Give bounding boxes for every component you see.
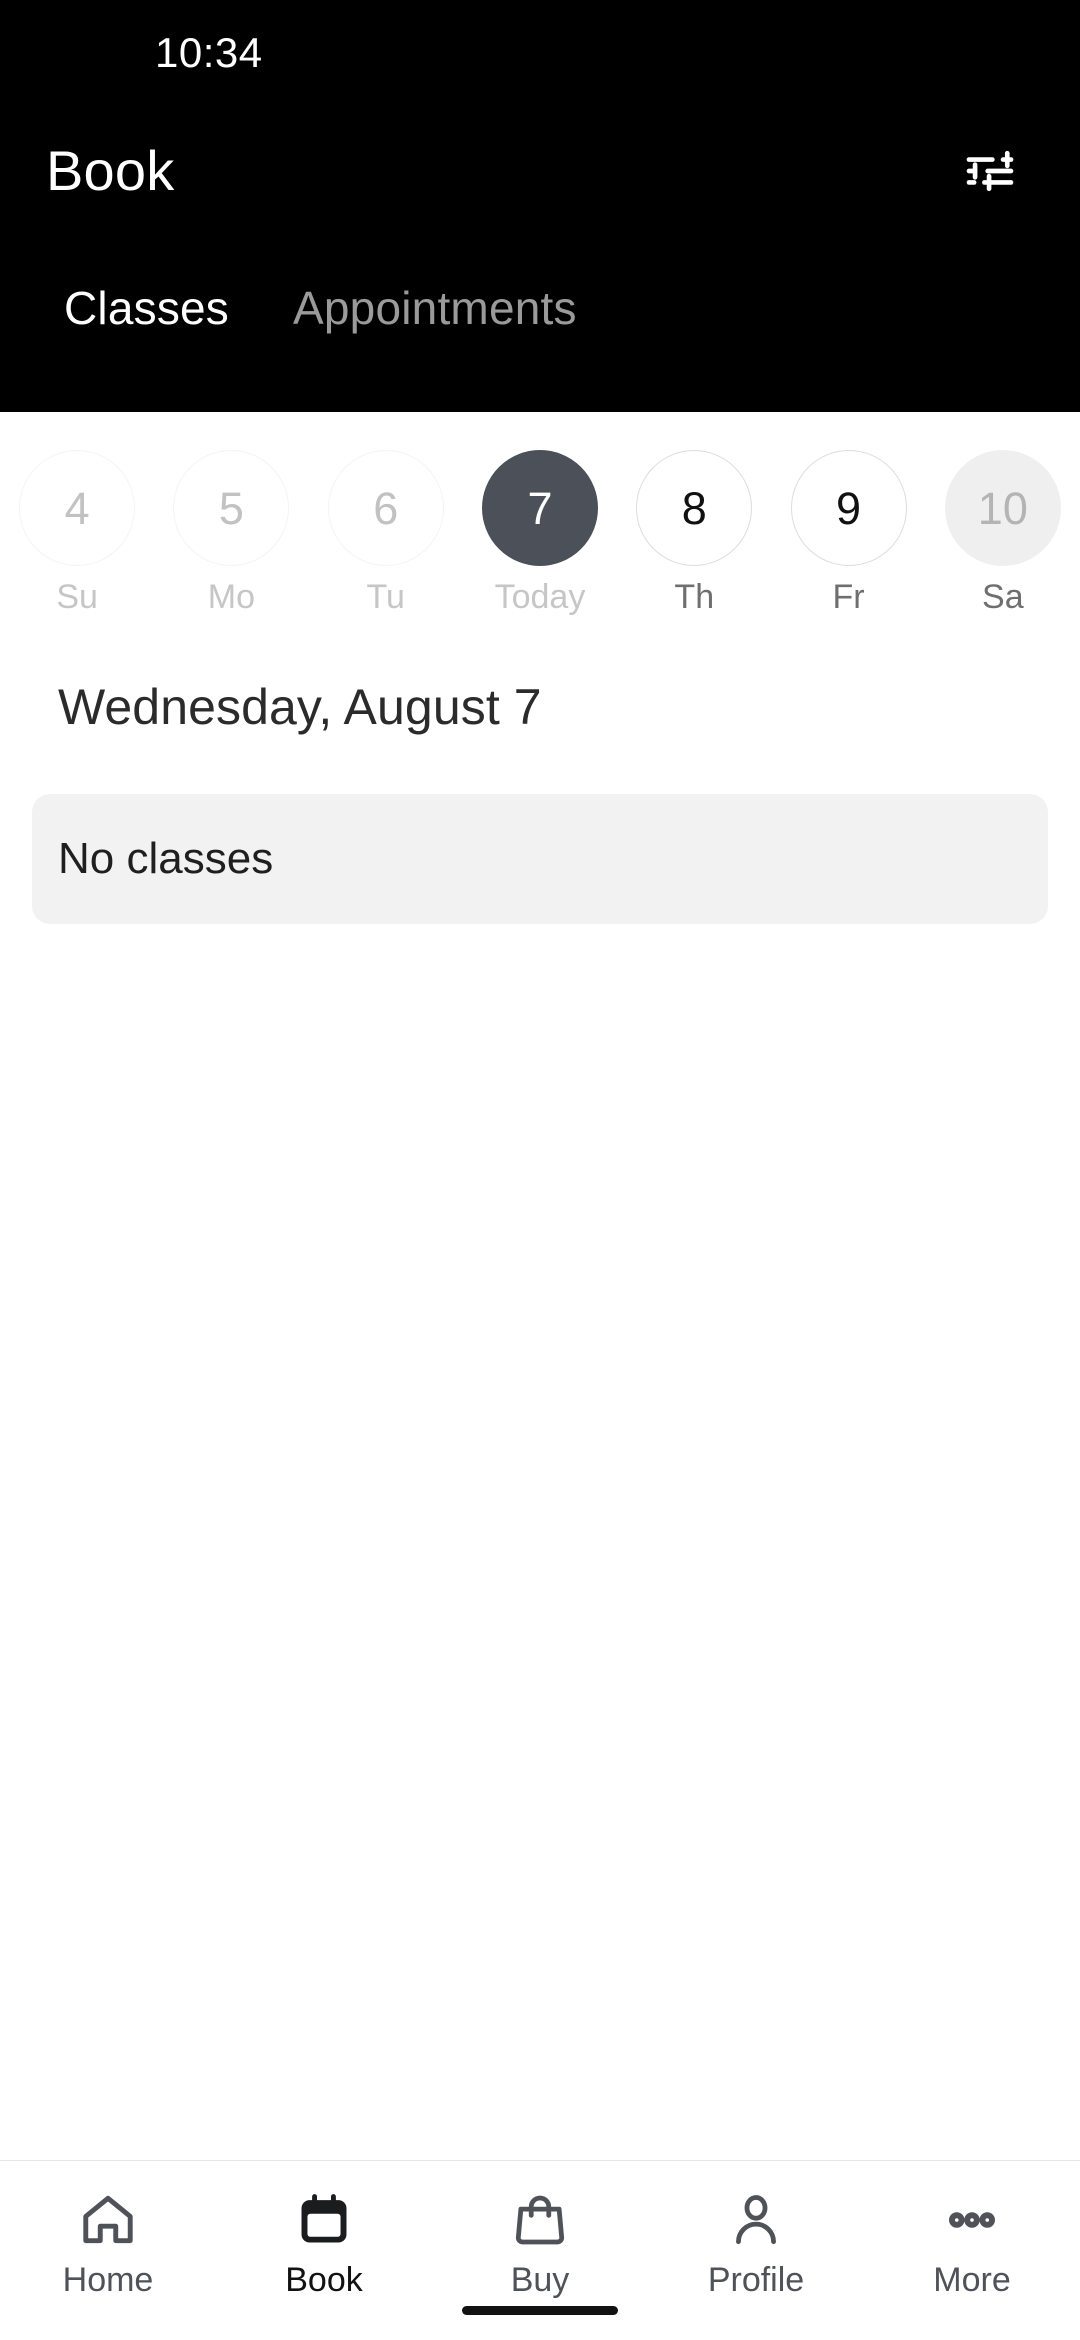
sliders-filter-icon <box>962 143 1018 199</box>
date-picker-strip[interactable]: 4 Su 5 Mo 6 Tu 7 Today 8 Th 9 Fr 10 Sa <box>0 412 1080 654</box>
date-number-8[interactable]: 8 <box>636 450 753 566</box>
no-classes-card: No classes <box>32 794 1048 924</box>
calendar-icon <box>293 2183 355 2257</box>
header-tabs: Classes Appointments <box>0 285 1080 331</box>
home-indicator-area <box>0 2280 1080 2340</box>
filter-button[interactable] <box>944 125 1036 217</box>
date-number-5[interactable]: 5 <box>173 450 290 566</box>
date-number-10[interactable]: 10 <box>944 450 1061 566</box>
app-root: 10:34 Book Classes Appointments 4 Su 5 M… <box>0 0 1080 2340</box>
date-cell-6[interactable]: 6 Tu <box>309 450 463 614</box>
date-weekday-8: Th <box>674 578 715 616</box>
main-content: Wednesday, August 7 No classes <box>0 654 1080 2160</box>
date-weekday-4: Su <box>56 578 98 616</box>
tab-appointments[interactable]: Appointments <box>261 285 609 331</box>
date-cell-10[interactable]: 10 Sa <box>926 450 1080 614</box>
date-number-7[interactable]: 7 <box>481 450 598 566</box>
date-number-6[interactable]: 6 <box>327 450 444 566</box>
status-bar-clock: 10:34 <box>155 28 263 76</box>
status-bar: 10:34 <box>0 0 1080 105</box>
date-weekday-6: Tu <box>366 578 405 616</box>
date-cell-8[interactable]: 8 Th <box>617 450 771 614</box>
home-icon <box>77 2183 139 2257</box>
date-cell-4[interactable]: 4 Su <box>0 450 154 614</box>
date-cell-5[interactable]: 5 Mo <box>154 450 308 614</box>
date-weekday-5: Mo <box>207 578 256 616</box>
app-header: 10:34 Book Classes Appointments <box>0 0 1080 412</box>
tab-classes[interactable]: Classes <box>32 285 261 331</box>
more-dots-icon <box>941 2183 1003 2257</box>
person-icon <box>725 2183 787 2257</box>
no-classes-label: No classes <box>58 834 274 883</box>
date-cell-9[interactable]: 9 Fr <box>771 450 925 614</box>
date-number-9[interactable]: 9 <box>790 450 907 566</box>
shopping-bag-icon <box>509 2183 571 2257</box>
date-cell-7-today-selected[interactable]: 7 Today <box>463 450 617 614</box>
date-weekday-10: Sa <box>982 578 1024 616</box>
home-indicator[interactable] <box>462 2305 618 2315</box>
date-weekday-9: Fr <box>832 578 865 616</box>
selected-day-heading: Wednesday, August 7 <box>58 679 542 735</box>
header-title-row: Book <box>0 105 1080 237</box>
page-title: Book <box>46 139 175 202</box>
date-weekday-today: Today <box>494 578 586 616</box>
date-number-4[interactable]: 4 <box>19 450 136 566</box>
